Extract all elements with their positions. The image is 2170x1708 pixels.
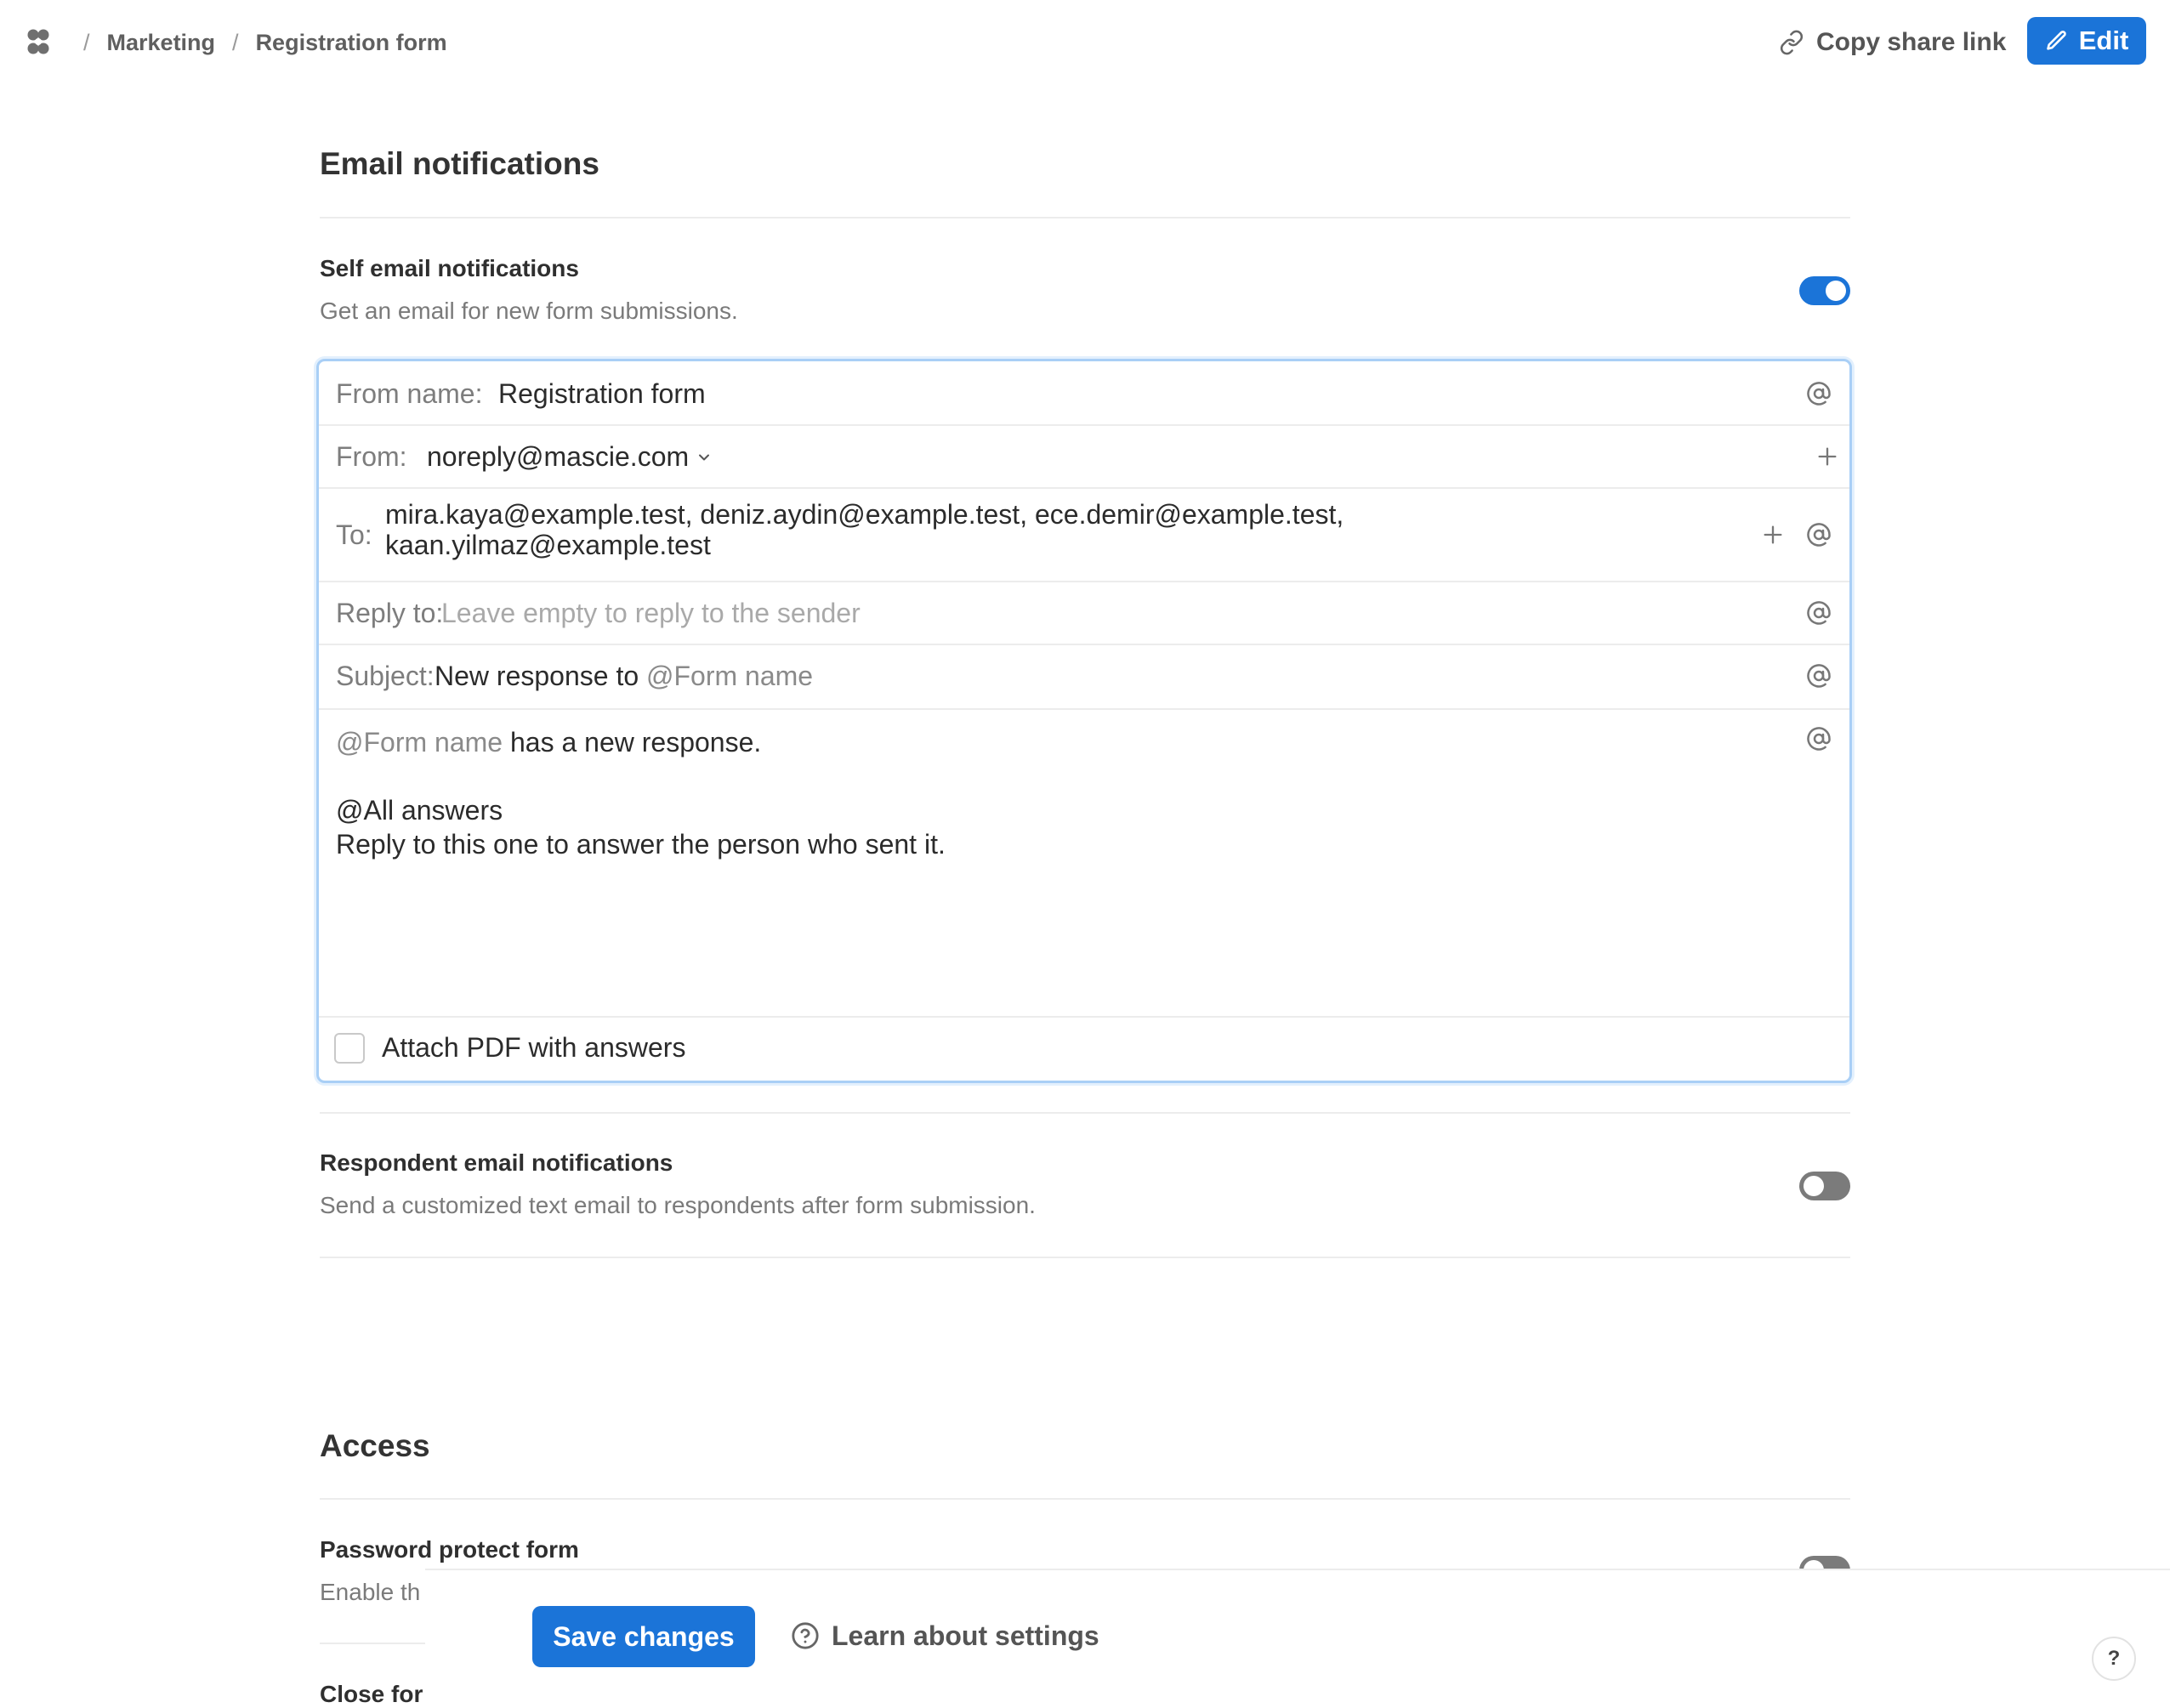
link-icon (1780, 30, 1804, 55)
all-answers-mention-tag: @All answers (336, 795, 503, 826)
at-mention-icon[interactable] (1804, 723, 1834, 754)
bottom-action-bar: Save changes Learn about settings ? (425, 1569, 2170, 1702)
from-name-value[interactable]: Registration form (498, 378, 706, 410)
self-email-notifications-title: Self email notifications (320, 255, 579, 281)
divider (320, 217, 1850, 218)
chevron-down-icon (699, 454, 710, 460)
body-text: has a new response. (509, 727, 762, 758)
workspace-logo-icon[interactable] (22, 26, 54, 58)
divider (320, 1257, 1850, 1258)
to-recipients-field[interactable]: mira.kaya@example.test, deniz.aydin@exam… (385, 499, 1343, 560)
divider (320, 1498, 1850, 1500)
form-name-mention-tag: @Form name (336, 727, 503, 758)
body-line: Reply to this one to answer the person w… (336, 829, 946, 860)
attach-pdf-checkbox[interactable] (334, 1033, 365, 1064)
divider (320, 1112, 1850, 1114)
help-button[interactable]: ? (2092, 1637, 2136, 1681)
respondent-email-notifications-description: Send a customized text email to responde… (320, 1192, 1036, 1218)
help-circle-icon (792, 1622, 819, 1649)
email-composer: From name: Registration form From: norep… (316, 359, 1852, 1083)
to-recipients-line: mira.kaya@example.test, deniz.aydin@exam… (385, 499, 1344, 530)
from-name-label: From name: (336, 378, 483, 409)
respondent-email-notifications-title: Respondent email notifications (320, 1149, 673, 1176)
to-recipients-line: kaan.yilmaz@example.test (385, 530, 711, 560)
from-select[interactable]: noreply@mascie.com (427, 441, 713, 473)
add-sender-plus-icon[interactable] (1812, 441, 1843, 472)
breadcrumb-separator: / (232, 29, 239, 55)
breadcrumb-separator: / (83, 29, 90, 55)
subject-value[interactable]: New response to @Form name (435, 661, 813, 692)
attach-pdf-label[interactable]: Attach PDF with answers (382, 1032, 685, 1064)
top-bar: / Marketing / Registration form Copy sha… (0, 0, 2170, 83)
subject-row[interactable]: Subject: New response to @Form name (319, 645, 1849, 710)
subject-text: New response to (435, 661, 639, 691)
at-mention-icon[interactable] (1804, 661, 1834, 691)
self-email-notifications-toggle[interactable] (1799, 276, 1850, 305)
save-changes-button[interactable]: Save changes (532, 1606, 755, 1667)
subject-label: Subject: (336, 661, 435, 691)
access-title: Access (320, 1428, 430, 1463)
email-body-editor[interactable]: @Form name has a new response. @All answ… (319, 710, 1849, 1024)
breadcrumb: / Marketing / Registration form (66, 24, 447, 61)
form-name-mention-tag: @Form name (646, 661, 814, 691)
toggle-knob (1826, 281, 1846, 301)
divider (320, 1643, 425, 1644)
to-row: To: mira.kaya@example.test, deniz.aydin@… (319, 489, 1849, 582)
from-row: From: noreply@mascie.com (319, 426, 1849, 489)
from-name-row[interactable]: From name: Registration form (319, 361, 1849, 426)
password-protect-title: Password protect form (320, 1536, 579, 1563)
learn-about-settings-link[interactable]: Learn about settings (791, 1614, 1099, 1657)
add-recipient-plus-icon[interactable] (1758, 519, 1788, 550)
reply-to-label: Reply to: (336, 598, 444, 628)
self-email-notifications-description: Get an email for new form submissions. (320, 298, 738, 324)
to-label: To: (336, 519, 372, 550)
from-label: From: (336, 441, 407, 472)
edit-label: Edit (2078, 26, 2129, 55)
attach-pdf-row: Attach PDF with answers (319, 1016, 1849, 1081)
at-mention-icon[interactable] (1804, 519, 1834, 550)
breadcrumb-item-marketing[interactable]: Marketing (107, 30, 216, 56)
pencil-icon (2046, 31, 2066, 50)
copy-share-link-label: Copy share link (1816, 28, 2007, 56)
reply-to-row[interactable]: Reply to: Leave empty to reply to the se… (319, 582, 1849, 645)
from-select-value: noreply@mascie.com (427, 441, 690, 472)
toggle-knob (1804, 1176, 1824, 1196)
email-notifications-title: Email notifications (320, 146, 599, 181)
copy-share-link-button[interactable]: Copy share link (1779, 19, 2006, 66)
reply-to-placeholder[interactable]: Leave empty to reply to the sender (441, 598, 861, 629)
at-mention-icon[interactable] (1804, 598, 1834, 628)
close-form-title: Close for (320, 1681, 423, 1707)
breadcrumb-item-registration-form[interactable]: Registration form (256, 30, 447, 56)
respondent-email-notifications-toggle[interactable] (1799, 1172, 1850, 1200)
learn-about-settings-label: Learn about settings (832, 1620, 1099, 1651)
password-protect-description: Enable th (320, 1579, 421, 1605)
body-line: @Form name has a new response. (336, 727, 761, 758)
edit-button[interactable]: Edit (2027, 17, 2146, 65)
at-mention-icon[interactable] (1804, 378, 1834, 409)
